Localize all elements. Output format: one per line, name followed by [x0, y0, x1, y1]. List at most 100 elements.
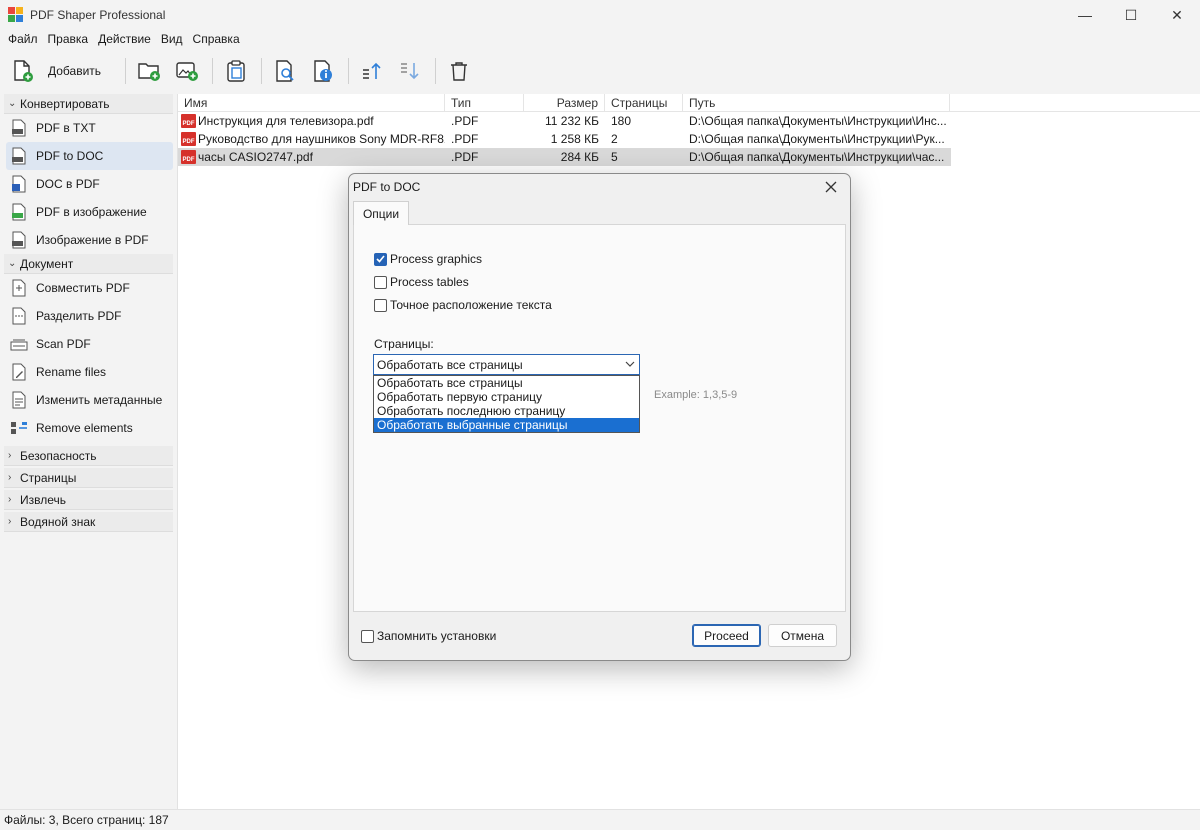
move-up-button[interactable]: [357, 54, 387, 88]
group-label: Водяной знак: [20, 514, 96, 529]
minimize-icon: —: [1078, 7, 1092, 23]
menu-action[interactable]: Действие: [96, 32, 157, 46]
sidebar: ⌄ Конвертировать PDF в TXT PDF to DOC DO…: [0, 94, 178, 809]
status-text: Файлы: 3, Всего страниц: 187: [4, 813, 169, 827]
add-button[interactable]: Добавить: [10, 54, 107, 88]
proceed-button[interactable]: Proceed: [692, 624, 761, 647]
add-folder-button[interactable]: [134, 54, 164, 88]
file-path: D:\Общая папка\Документы\Инструкции\Рук.…: [689, 132, 945, 146]
add-image-button[interactable]: [172, 54, 202, 88]
checkbox[interactable]: [374, 298, 387, 312]
sidebar-item-pdf-to-txt[interactable]: PDF в TXT: [6, 114, 173, 142]
dialog-close-button[interactable]: [822, 178, 840, 196]
remember-settings-option[interactable]: Запомнить установки: [361, 629, 496, 643]
dropdown-option[interactable]: Обработать последнюю страницу: [374, 404, 639, 418]
file-size: 11 232 КБ: [544, 114, 599, 128]
sidebar-item-remove-elements[interactable]: Remove elements: [6, 414, 173, 442]
sidebar-item-pdf-to-doc[interactable]: PDF to DOC: [6, 142, 173, 170]
option-label: Process graphics: [390, 252, 483, 266]
exact-text-layout-option[interactable]: Точное расположение текста: [374, 298, 552, 312]
doc-file-icon: [10, 147, 28, 165]
file-type: .PDF: [451, 150, 479, 164]
group-extract[interactable]: › Извлечь: [4, 490, 173, 510]
dropdown-option[interactable]: Обработать все страницы: [374, 376, 639, 390]
file-list-header: Имя Тип Размер Страницы Путь: [178, 94, 1200, 112]
add-folder-icon: [138, 63, 161, 81]
column-header-path[interactable]: Путь: [683, 94, 950, 111]
preview-icon: [276, 60, 294, 82]
pages-select[interactable]: Обработать все страницы: [373, 354, 640, 375]
sidebar-item-scan-pdf[interactable]: Scan PDF: [6, 330, 173, 358]
file-size: 1 258 КБ: [550, 132, 599, 146]
group-watermark[interactable]: › Водяной знак: [4, 512, 173, 532]
dialog-title-bar: PDF to DOC: [349, 174, 850, 200]
chevron-down-icon: ⌄: [8, 98, 17, 109]
tab-options[interactable]: Опции: [353, 201, 409, 225]
column-header-name[interactable]: Имя: [178, 94, 445, 111]
table-row[interactable]: PDF Инструкция для телевизора.pdf .PDF 11…: [178, 112, 1200, 130]
move-down-button[interactable]: [395, 54, 425, 88]
file-pages: 180: [611, 114, 632, 128]
file-name: Инструкция для телевизора.pdf: [198, 114, 374, 128]
sidebar-item-label: Разделить PDF: [36, 309, 122, 323]
checkbox[interactable]: [374, 275, 387, 289]
pages-label: Страницы:: [374, 337, 434, 351]
info-icon: [314, 60, 333, 82]
options-panel: Process graphics Process tables Точное р…: [353, 224, 846, 612]
title-bar: PDF Shaper Professional — ☐ ✕: [0, 0, 1200, 30]
option-label: Process tables: [390, 275, 469, 289]
paste-icon: [227, 60, 245, 82]
column-header-pages[interactable]: Страницы: [605, 94, 683, 111]
chevron-right-icon: ›: [8, 472, 12, 483]
group-convert[interactable]: ⌄ Конвертировать: [4, 94, 173, 114]
app-logo-icon: [8, 7, 24, 23]
table-row[interactable]: PDF часы CASIO2747.pdf .PDF 284 КБ 5 D:\О…: [178, 148, 951, 166]
sidebar-item-image-to-pdf[interactable]: Изображение в PDF: [6, 226, 173, 254]
file-name: Руководство для наушников Sony MDR-RF81.…: [198, 132, 445, 146]
checkbox[interactable]: [361, 629, 374, 643]
sidebar-item-split-pdf[interactable]: Разделить PDF: [6, 302, 173, 330]
maximize-button[interactable]: ☐: [1108, 0, 1154, 30]
sidebar-item-doc-to-pdf[interactable]: DOC в PDF: [6, 170, 173, 198]
column-header-type[interactable]: Тип: [445, 94, 524, 111]
remove-elements-icon: [10, 419, 28, 437]
group-label: Извлечь: [20, 492, 67, 507]
checkbox[interactable]: [374, 252, 387, 266]
dropdown-option[interactable]: Обработать первую страницу: [374, 390, 639, 404]
group-security[interactable]: › Безопасность: [4, 446, 173, 466]
column-header-size[interactable]: Размер: [524, 94, 605, 111]
dropdown-option[interactable]: Обработать выбранные страницы: [374, 418, 639, 432]
window-title: PDF Shaper Professional: [30, 8, 166, 22]
example-hint: Example: 1,3,5-9: [654, 389, 738, 401]
merge-icon: [10, 279, 28, 297]
properties-button[interactable]: [308, 54, 338, 88]
sidebar-item-label: Изменить метаданные: [36, 393, 163, 407]
preview-button[interactable]: [270, 54, 300, 88]
minimize-button[interactable]: —: [1062, 0, 1108, 30]
close-window-button[interactable]: ✕: [1154, 0, 1200, 30]
process-graphics-option[interactable]: Process graphics: [374, 252, 482, 266]
sidebar-item-pdf-to-image[interactable]: PDF в изображение: [6, 198, 173, 226]
paste-button[interactable]: [221, 54, 251, 88]
pdf-file-icon: PDF: [181, 132, 196, 146]
add-button-label: Добавить: [48, 64, 102, 78]
group-document[interactable]: ⌄ Документ: [4, 254, 173, 274]
menu-edit[interactable]: Правка: [46, 32, 95, 46]
process-tables-option[interactable]: Process tables: [374, 275, 469, 289]
menu-view[interactable]: Вид: [159, 32, 189, 46]
menu-file[interactable]: Файл: [6, 32, 44, 46]
sidebar-item-edit-metadata[interactable]: Изменить метаданные: [6, 386, 173, 414]
sidebar-item-rename-files[interactable]: Rename files: [6, 358, 173, 386]
sidebar-item-merge-pdf[interactable]: Совместить PDF: [6, 274, 173, 302]
delete-button[interactable]: [444, 54, 474, 88]
toolbar-separator: [261, 58, 263, 84]
file-path: D:\Общая папка\Документы\Инструкции\час.…: [689, 150, 945, 164]
table-row[interactable]: PDF Руководство для наушников Sony MDR-RF…: [178, 130, 1200, 148]
group-pages[interactable]: › Страницы: [4, 468, 173, 488]
pdf-file-icon: PDF: [181, 150, 196, 164]
option-label: Точное расположение текста: [390, 298, 552, 312]
cancel-button[interactable]: Отмена: [768, 624, 837, 647]
sidebar-item-label: Rename files: [36, 365, 107, 379]
menu-help[interactable]: Справка: [191, 32, 246, 46]
sidebar-item-label: DOC в PDF: [36, 177, 100, 191]
